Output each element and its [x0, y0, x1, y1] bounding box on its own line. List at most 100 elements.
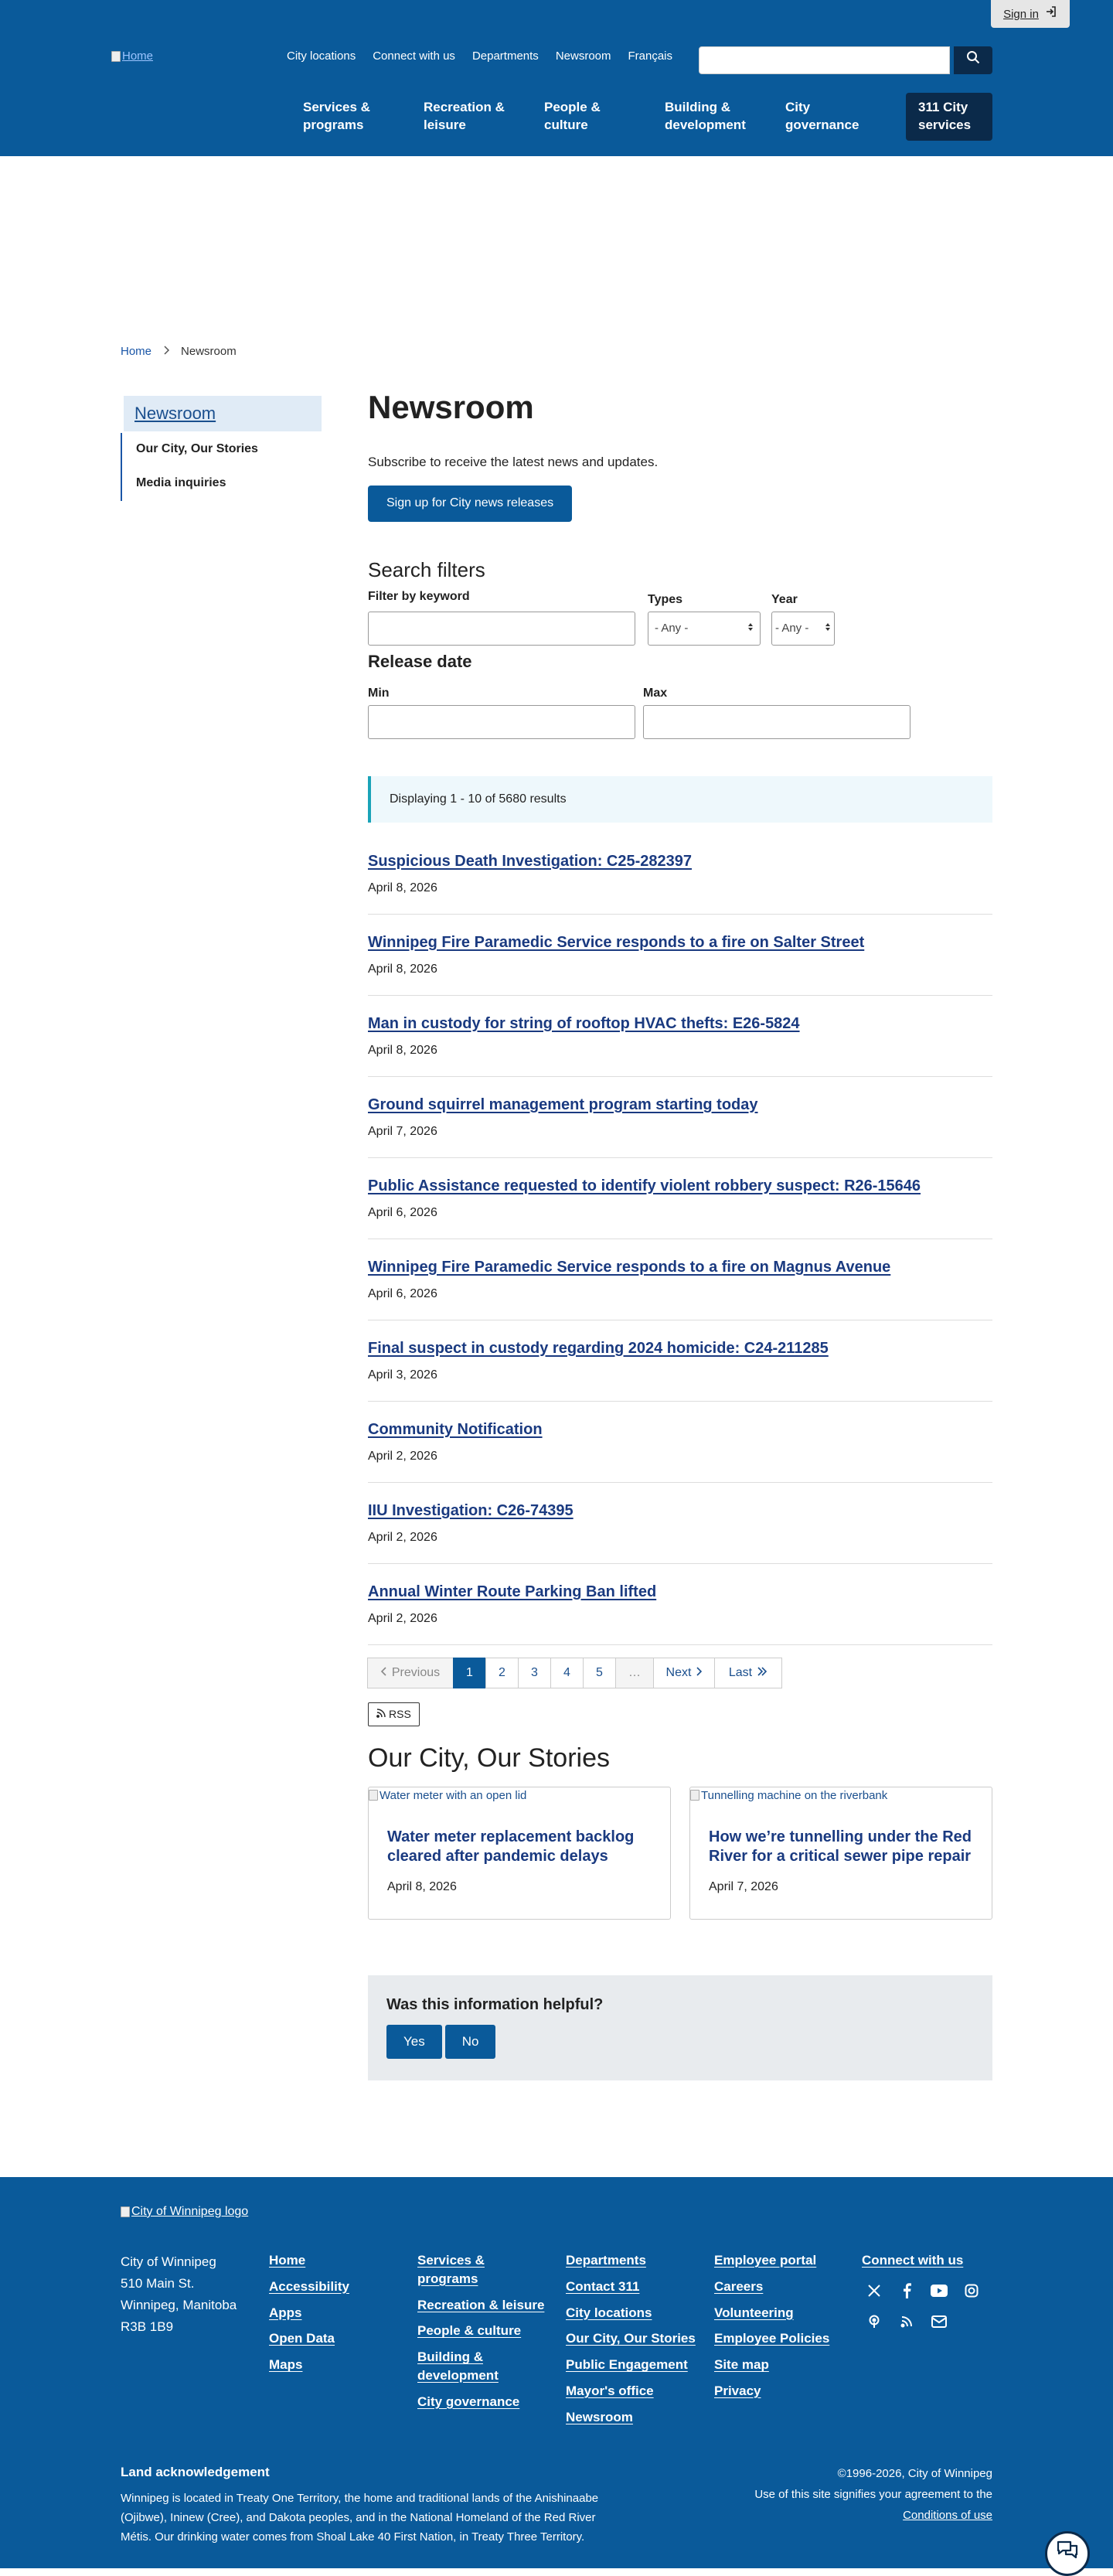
site-header: Sign in Home City locations Connect with… [0, 0, 1113, 156]
year-select[interactable]: - Any - [771, 611, 835, 646]
story-image: Water meter with an open lid [369, 1787, 526, 1804]
footer-link[interactable]: Apps [269, 2304, 408, 2322]
types-select[interactable]: - Any - [648, 611, 761, 646]
news-title-link[interactable]: Winnipeg Fire Paramedic Service responds… [368, 934, 864, 951]
main-nav-building[interactable]: Building & development [654, 93, 774, 141]
footer-link[interactable]: Departments [566, 2251, 705, 2270]
news-title-link[interactable]: Ground squirrel management program start… [368, 1096, 758, 1113]
news-title-link[interactable]: Annual Winter Route Parking Ban lifted [368, 1583, 656, 1600]
site-logo[interactable]: Home [111, 48, 153, 64]
news-date: April 2, 2026 [368, 1530, 437, 1544]
footer-link[interactable]: People & culture [417, 2322, 549, 2340]
footer-logo-alt: City of Winnipeg logo [131, 2205, 249, 2218]
sign-in-button[interactable]: Sign in [991, 0, 1070, 28]
keyword-input[interactable] [368, 611, 635, 646]
pager-page-5[interactable]: 5 [583, 1657, 616, 1688]
footer-link[interactable]: Our City, Our Stories [566, 2329, 705, 2348]
site-search-input[interactable] [699, 46, 950, 74]
news-title-link[interactable]: Winnipeg Fire Paramedic Service responds… [368, 1259, 890, 1276]
footer-link[interactable]: Recreation & leisure [417, 2296, 549, 2315]
footer-link[interactable]: Careers [714, 2278, 853, 2296]
min-date-input[interactable] [368, 704, 635, 739]
main-nav-governance[interactable]: City governance [774, 93, 895, 141]
pager-page-3[interactable]: 3 [518, 1657, 551, 1688]
main-nav-people[interactable]: People & culture [533, 93, 654, 141]
utility-link-city-locations[interactable]: City locations [287, 48, 356, 64]
news-item: Suspicious Death Investigation: C25-2823… [368, 833, 992, 915]
footer-link[interactable]: City governance [417, 2393, 549, 2411]
max-date-input[interactable] [643, 704, 910, 739]
footer-link[interactable]: Open Data [269, 2329, 408, 2348]
search-button[interactable] [954, 46, 992, 74]
feedback-yes-button[interactable]: Yes [386, 2024, 442, 2059]
footer-link[interactable]: Home [269, 2251, 408, 2270]
story-card[interactable]: Water meter with an open lid Water meter… [368, 1786, 671, 1920]
chat-button[interactable] [1045, 2531, 1090, 2576]
search-filters-title: Search filters [368, 557, 485, 581]
youtube-icon[interactable] [931, 2282, 948, 2299]
news-title-link[interactable]: IIU Investigation: C26-74395 [368, 1502, 574, 1519]
rss-button[interactable]: RSS [368, 1702, 420, 1727]
footer-link[interactable]: Volunteering [714, 2304, 853, 2322]
pager-previous[interactable]: Previous [367, 1657, 454, 1688]
footer-link[interactable]: Accessibility [269, 2278, 408, 2296]
rss-icon[interactable] [898, 2313, 915, 2330]
feedback-no-button[interactable]: No [444, 2024, 496, 2059]
footer-link[interactable]: Building & development [417, 2348, 549, 2385]
utility-link-departments[interactable]: Departments [472, 48, 539, 64]
max-date-label: Max [643, 686, 668, 700]
conditions-of-use-link[interactable]: Conditions of use [903, 2509, 992, 2522]
footer-link[interactable]: Maps [269, 2356, 408, 2374]
news-title-link[interactable]: Final suspect in custody regarding 2024 … [368, 1340, 829, 1357]
footer-link[interactable]: Contact 311 [566, 2278, 705, 2296]
main-nav-311[interactable]: 311 City services [906, 93, 992, 141]
news-title-link[interactable]: Community Notification [368, 1421, 543, 1438]
main-nav: Services & programs Recreation & leisure… [292, 93, 895, 141]
pager-next[interactable]: Next [653, 1657, 715, 1688]
footer-link[interactable]: Services & programs [417, 2251, 549, 2288]
news-item: Annual Winter Route Parking Ban lifted A… [368, 1564, 992, 1645]
footer-link[interactable]: Employee Policies [714, 2329, 853, 2348]
instagram-icon[interactable] [963, 2282, 980, 2299]
signup-news-button[interactable]: Sign up for City news releases [368, 486, 573, 522]
main-nav-services[interactable]: Services & programs [292, 93, 413, 141]
footer-link[interactable]: Privacy [714, 2382, 853, 2401]
utility-link-francais[interactable]: Français [628, 48, 673, 64]
news-list: Suspicious Death Investigation: C25-2823… [368, 833, 992, 1645]
pager-last-label: Last [728, 1665, 753, 1679]
pager-page-4[interactable]: 4 [550, 1657, 584, 1688]
news-title-link[interactable]: Public Assistance requested to identify … [368, 1177, 921, 1194]
facebook-icon[interactable] [898, 2282, 915, 2299]
main-nav-recreation[interactable]: Recreation & leisure [413, 93, 533, 141]
story-card[interactable]: Tunnelling machine on the riverbank How … [689, 1786, 992, 1920]
breadcrumb-home[interactable]: Home [121, 343, 151, 359]
news-title-link[interactable]: Man in custody for string of rooftop HVA… [368, 1015, 800, 1032]
footer-connect-link[interactable]: Connect with us [862, 2251, 963, 2270]
image-placeholder-icon [690, 1790, 699, 1801]
utility-link-connect[interactable]: Connect with us [373, 48, 455, 64]
pager-page-2[interactable]: 2 [485, 1657, 519, 1688]
pager-page-1[interactable]: 1 [453, 1657, 486, 1688]
sidebar-item-media[interactable]: Media inquiries [122, 467, 325, 501]
year-label: Year [771, 592, 798, 606]
footer-link[interactable]: Newsroom [566, 2408, 705, 2427]
types-label: Types [648, 592, 683, 606]
sidebar-heading-newsroom[interactable]: Newsroom [124, 396, 322, 431]
release-date-title: Release date [368, 651, 472, 671]
news-title-link[interactable]: Suspicious Death Investigation: C25-2823… [368, 853, 692, 870]
footer-link[interactable]: Mayor's office [566, 2382, 705, 2401]
email-icon[interactable] [931, 2313, 948, 2330]
footer-link[interactable]: Site map [714, 2356, 853, 2374]
footer-logo[interactable]: City of Winnipeg logo [121, 2203, 248, 2220]
footer-link[interactable]: Public Engagement [566, 2356, 705, 2374]
utility-link-newsroom[interactable]: Newsroom [556, 48, 611, 64]
story-image: Tunnelling machine on the riverbank [690, 1787, 887, 1804]
sidebar-item-stories[interactable]: Our City, Our Stories [122, 433, 325, 467]
pager-last[interactable]: Last [714, 1657, 782, 1688]
footer-link[interactable]: City locations [566, 2304, 705, 2322]
footer-link[interactable]: Employee portal [714, 2251, 853, 2270]
story-cards: Water meter with an open lid Water meter… [368, 1786, 992, 1920]
x-icon[interactable] [866, 2282, 883, 2299]
types-select-value: - Any - [655, 622, 689, 635]
podcast-icon[interactable] [866, 2313, 883, 2330]
